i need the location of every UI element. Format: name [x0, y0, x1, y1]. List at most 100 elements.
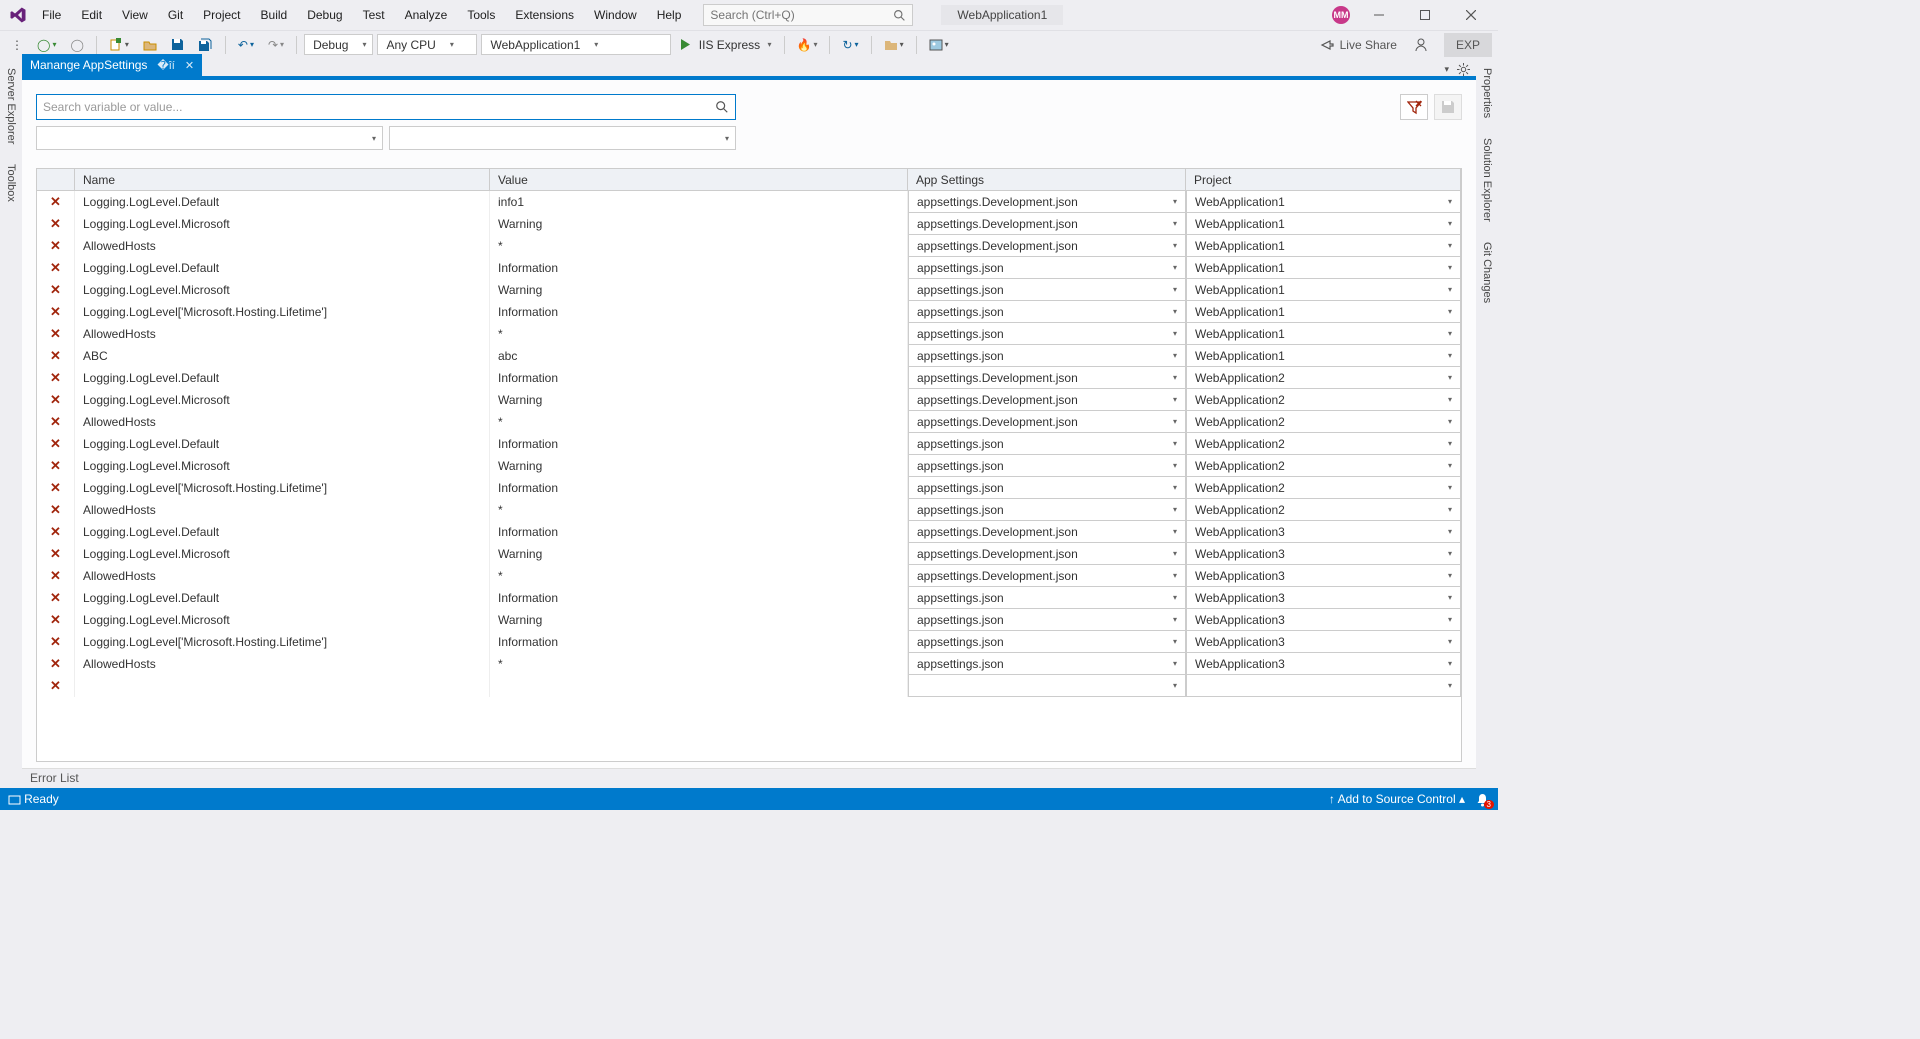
table-row[interactable]: ✕AllowedHosts*appsettings.json▾WebApplic…	[37, 653, 1461, 675]
cell-project-dropdown[interactable]: WebApplication3▾	[1186, 609, 1461, 631]
image-button[interactable]: ▾	[924, 35, 954, 55]
table-row[interactable]: ✕Logging.LogLevel.MicrosoftWarningappset…	[37, 213, 1461, 235]
delete-row-button[interactable]: ✕	[37, 565, 75, 587]
cell-appsettings-dropdown[interactable]: appsettings.json▾	[908, 587, 1186, 609]
cell-project-dropdown[interactable]: WebApplication2▾	[1186, 477, 1461, 499]
delete-row-button[interactable]: ✕	[37, 521, 75, 543]
cell-appsettings-dropdown[interactable]: appsettings.Development.json▾	[908, 213, 1186, 235]
cell-value[interactable]	[490, 675, 908, 697]
delete-row-button[interactable]: ✕	[37, 631, 75, 653]
right-tab-solution-explorer[interactable]: Solution Explorer	[1479, 134, 1495, 226]
menu-debug[interactable]: Debug	[297, 2, 352, 28]
exp-button[interactable]: EXP	[1444, 33, 1492, 57]
table-row[interactable]: ✕Logging.LogLevel['Microsoft.Hosting.Lif…	[37, 477, 1461, 499]
cell-value[interactable]: Warning	[490, 213, 908, 235]
cell-value[interactable]: Information	[490, 433, 908, 455]
cell-value[interactable]: Warning	[490, 389, 908, 411]
cell-appsettings-dropdown[interactable]: ▾	[908, 675, 1186, 697]
table-row[interactable]: ✕AllowedHosts*appsettings.Development.js…	[37, 411, 1461, 433]
cell-name[interactable]: Logging.LogLevel.Microsoft	[75, 279, 490, 301]
delete-row-button[interactable]: ✕	[37, 345, 75, 367]
notifications-button[interactable]: 3	[1475, 792, 1490, 807]
filter-combo-2[interactable]: ▾	[389, 126, 736, 150]
cell-appsettings-dropdown[interactable]: appsettings.Development.json▾	[908, 367, 1186, 389]
cell-name[interactable]: Logging.LogLevel.Default	[75, 587, 490, 609]
cell-name[interactable]: Logging.LogLevel['Microsoft.Hosting.Life…	[75, 631, 490, 653]
table-row[interactable]: ✕AllowedHosts*appsettings.Development.js…	[37, 565, 1461, 587]
delete-row-button[interactable]: ✕	[37, 323, 75, 345]
right-tab-git-changes[interactable]: Git Changes	[1479, 238, 1495, 307]
close-button[interactable]	[1454, 3, 1488, 28]
startup-dropdown[interactable]: WebApplication1▾	[481, 34, 671, 55]
menu-window[interactable]: Window	[584, 2, 647, 28]
delete-row-button[interactable]: ✕	[37, 477, 75, 499]
cell-value[interactable]: Information	[490, 521, 908, 543]
delete-row-button[interactable]: ✕	[37, 433, 75, 455]
run-button[interactable]: IIS Express ▾	[675, 35, 776, 55]
cell-appsettings-dropdown[interactable]: appsettings.json▾	[908, 455, 1186, 477]
new-item-button[interactable]: ▾	[104, 35, 134, 55]
table-row[interactable]: ✕Logging.LogLevel.DefaultInformationapps…	[37, 367, 1461, 389]
redo-button[interactable]: ↷ ▾	[263, 35, 289, 55]
global-search[interactable]	[703, 4, 913, 26]
cell-project-dropdown[interactable]: WebApplication1▾	[1186, 323, 1461, 345]
table-row[interactable]: ✕ABCabcappsettings.json▾WebApplication1▾	[37, 345, 1461, 367]
cell-value[interactable]: info1	[490, 191, 908, 213]
cell-name[interactable]: AllowedHosts	[75, 323, 490, 345]
cell-name[interactable]: Logging.LogLevel.Default	[75, 257, 490, 279]
delete-row-button[interactable]: ✕	[37, 257, 75, 279]
delete-row-button[interactable]: ✕	[37, 675, 75, 697]
tab-manage-appsettings[interactable]: Manange AppSettings �îí ✕	[22, 54, 202, 76]
table-row[interactable]: ✕Logging.LogLevel['Microsoft.Hosting.Lif…	[37, 301, 1461, 323]
cell-value[interactable]: Information	[490, 631, 908, 653]
col-appsettings[interactable]: App Settings	[908, 169, 1186, 190]
cell-name[interactable]: Logging.LogLevel['Microsoft.Hosting.Life…	[75, 477, 490, 499]
menu-extensions[interactable]: Extensions	[505, 2, 584, 28]
feedback-button[interactable]	[1409, 34, 1434, 55]
cell-appsettings-dropdown[interactable]: appsettings.json▾	[908, 279, 1186, 301]
cell-value[interactable]: *	[490, 653, 908, 675]
settings-gear-icon[interactable]	[1457, 63, 1470, 76]
menu-git[interactable]: Git	[158, 2, 193, 28]
cell-appsettings-dropdown[interactable]: appsettings.json▾	[908, 477, 1186, 499]
menu-project[interactable]: Project	[193, 2, 250, 28]
menu-tools[interactable]: Tools	[457, 2, 505, 28]
cell-appsettings-dropdown[interactable]: appsettings.json▾	[908, 433, 1186, 455]
cell-name[interactable]: Logging.LogLevel.Microsoft	[75, 389, 490, 411]
cell-project-dropdown[interactable]: WebApplication1▾	[1186, 279, 1461, 301]
cell-appsettings-dropdown[interactable]: appsettings.json▾	[908, 257, 1186, 279]
delete-row-button[interactable]: ✕	[37, 411, 75, 433]
cell-name[interactable]: Logging.LogLevel.Default	[75, 367, 490, 389]
cell-value[interactable]: Information	[490, 367, 908, 389]
cell-value[interactable]: Warning	[490, 609, 908, 631]
table-row[interactable]: ✕Logging.LogLevel.DefaultInformationapps…	[37, 587, 1461, 609]
cell-project-dropdown[interactable]: WebApplication3▾	[1186, 543, 1461, 565]
cell-value[interactable]: *	[490, 323, 908, 345]
table-row[interactable]: ✕Logging.LogLevel['Microsoft.Hosting.Lif…	[37, 631, 1461, 653]
table-row[interactable]: ✕AllowedHosts*appsettings.json▾WebApplic…	[37, 499, 1461, 521]
cell-value[interactable]: Warning	[490, 543, 908, 565]
cell-value[interactable]: *	[490, 411, 908, 433]
table-row[interactable]: ✕Logging.LogLevel.Defaultinfo1appsetting…	[37, 191, 1461, 213]
avatar[interactable]: MM	[1332, 6, 1350, 24]
cell-name[interactable]: ABC	[75, 345, 490, 367]
cell-project-dropdown[interactable]: WebApplication1▾	[1186, 213, 1461, 235]
col-name[interactable]: Name	[75, 169, 490, 190]
cell-project-dropdown[interactable]: WebApplication2▾	[1186, 389, 1461, 411]
cell-value[interactable]: *	[490, 565, 908, 587]
delete-row-button[interactable]: ✕	[37, 609, 75, 631]
cell-value[interactable]: Warning	[490, 279, 908, 301]
toolbar-chevron-icon[interactable]: ⋮	[6, 35, 28, 55]
nav-forward-button[interactable]: ◯	[65, 35, 88, 55]
menu-help[interactable]: Help	[647, 2, 692, 28]
cell-appsettings-dropdown[interactable]: appsettings.Development.json▾	[908, 543, 1186, 565]
cell-appsettings-dropdown[interactable]: appsettings.json▾	[908, 631, 1186, 653]
menu-view[interactable]: View	[112, 2, 158, 28]
right-tab-properties[interactable]: Properties	[1479, 64, 1495, 122]
global-search-input[interactable]	[710, 8, 893, 22]
open-button[interactable]	[138, 35, 162, 55]
col-value[interactable]: Value	[490, 169, 908, 190]
cell-project-dropdown[interactable]: WebApplication3▾	[1186, 653, 1461, 675]
error-list-tab[interactable]: Error List	[22, 768, 1476, 788]
cell-name[interactable]: AllowedHosts	[75, 411, 490, 433]
